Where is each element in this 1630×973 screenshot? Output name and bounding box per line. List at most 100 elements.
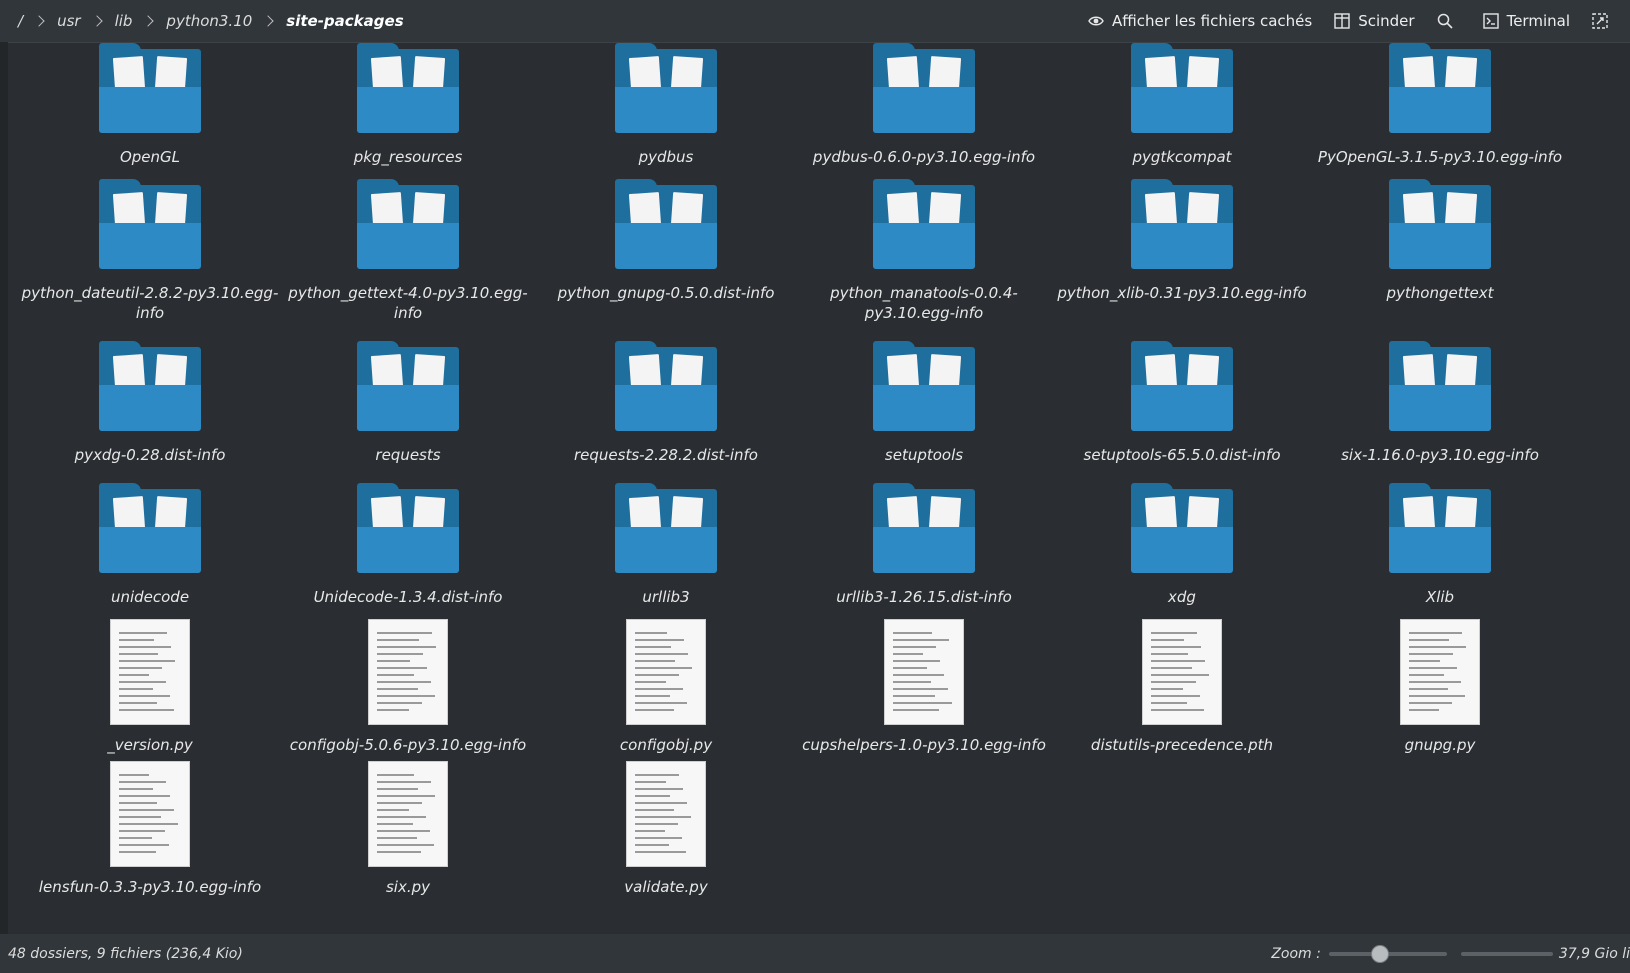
folder-item[interactable]: six-1.16.0-py3.10.egg-info bbox=[1311, 341, 1569, 465]
folder-item[interactable]: pkg_resources bbox=[279, 43, 537, 167]
breadcrumb-lib[interactable]: lib bbox=[109, 12, 139, 30]
folder-icon bbox=[1131, 483, 1233, 579]
menu-button[interactable] bbox=[1592, 13, 1616, 29]
item-name: python_manatools-0.0.4-py3.10.egg-info bbox=[830, 284, 1018, 322]
item-name: requests bbox=[375, 446, 441, 464]
folder-icon bbox=[357, 483, 459, 579]
file-preview-icon bbox=[626, 619, 706, 725]
item-name: pydbus bbox=[638, 148, 694, 166]
file-view[interactable]: OpenGL pkg_resources pydbus pydbus-0.6.0-py… bbox=[8, 42, 1630, 935]
terminal-label: Terminal bbox=[1506, 12, 1570, 30]
folder-icon bbox=[99, 43, 201, 139]
file-preview-icon bbox=[1142, 619, 1222, 725]
toolbar: / usr lib python3.10 site-packages Affic… bbox=[0, 0, 1630, 42]
file-item[interactable]: configobj-5.0.6-py3.10.egg-info bbox=[279, 619, 537, 755]
zoom-slider-handle[interactable] bbox=[1370, 944, 1389, 963]
toolbar-actions: Afficher les fichiers cachés Scinder Ter… bbox=[1066, 0, 1616, 42]
folder-item[interactable]: pydbus-0.6.0-py3.10.egg-info bbox=[795, 43, 1053, 167]
folder-icon bbox=[1389, 483, 1491, 579]
folder-item[interactable]: OpenGL bbox=[21, 43, 279, 167]
folder-icon bbox=[99, 179, 201, 275]
item-name: python_dateutil-2.8.2-py3.10.egg-info bbox=[21, 284, 279, 322]
item-name: six-1.16.0-py3.10.egg-info bbox=[1341, 446, 1539, 464]
item-name: PyOpenGL-3.1.5-py3.10.egg-info bbox=[1317, 148, 1563, 166]
folder-item[interactable]: requests bbox=[279, 341, 537, 465]
file-item[interactable]: distutils-precedence.pth bbox=[1053, 619, 1311, 755]
item-name: python_xlib-0.31-py3.10.egg-info bbox=[1057, 284, 1307, 302]
folder-item[interactable]: pyxdg-0.28.dist-info bbox=[21, 341, 279, 465]
show-hidden-files-button[interactable]: Afficher les fichiers cachés bbox=[1088, 12, 1312, 30]
folder-icon bbox=[873, 179, 975, 275]
folder-icon bbox=[357, 179, 459, 275]
folder-item[interactable]: urllib3 bbox=[537, 483, 795, 607]
zoom-label: Zoom : bbox=[1271, 945, 1321, 962]
folder-item[interactable]: Xlib bbox=[1311, 483, 1569, 607]
file-item[interactable]: lensfun-0.3.3-py3.10.egg-info bbox=[21, 761, 279, 897]
folder-item[interactable]: unidecode bbox=[21, 483, 279, 607]
file-preview-icon bbox=[626, 761, 706, 867]
folder-item[interactable]: urllib3-1.26.15.dist-info bbox=[795, 483, 1053, 607]
file-preview-icon bbox=[110, 761, 190, 867]
folder-item[interactable]: pygtkcompat bbox=[1053, 43, 1311, 167]
folder-item[interactable]: pythongettext bbox=[1311, 179, 1569, 303]
folder-item[interactable]: setuptools-65.5.0.dist-info bbox=[1053, 341, 1311, 465]
item-name: urllib3 bbox=[642, 588, 690, 606]
folder-icon bbox=[99, 483, 201, 579]
folder-icon bbox=[873, 43, 975, 139]
folder-item[interactable]: pydbus bbox=[537, 43, 795, 167]
item-name: configobj.py bbox=[619, 736, 713, 754]
item-name: validate.py bbox=[624, 878, 708, 896]
split-view-icon bbox=[1334, 13, 1350, 29]
search-button[interactable] bbox=[1437, 13, 1461, 29]
file-item[interactable]: cupshelpers-1.0-py3.10.egg-info bbox=[795, 619, 1053, 755]
file-preview-icon bbox=[1400, 619, 1480, 725]
item-name: lensfun-0.3.3-py3.10.egg-info bbox=[38, 878, 262, 896]
folder-icon bbox=[1131, 179, 1233, 275]
breadcrumb-root[interactable]: / bbox=[12, 12, 29, 30]
breadcrumb-site-packages[interactable]: site-packages bbox=[280, 12, 409, 30]
file-preview-icon bbox=[368, 761, 448, 867]
folder-item[interactable]: python_dateutil-2.8.2-py3.10.egg-info bbox=[21, 179, 279, 323]
chevron-right-icon bbox=[33, 15, 45, 27]
item-name: pydbus-0.6.0-py3.10.egg-info bbox=[812, 148, 1036, 166]
folder-item[interactable]: python_gnupg-0.5.0.dist-info bbox=[537, 179, 795, 303]
folder-item[interactable]: python_manatools-0.0.4-py3.10.egg-info bbox=[795, 179, 1053, 323]
folder-icon bbox=[357, 341, 459, 437]
file-item[interactable]: six.py bbox=[279, 761, 537, 897]
folder-icon bbox=[1389, 43, 1491, 139]
folder-icon bbox=[873, 483, 975, 579]
file-item[interactable]: gnupg.py bbox=[1311, 619, 1569, 755]
file-item[interactable]: _version.py bbox=[21, 619, 279, 755]
folder-item[interactable]: requests-2.28.2.dist-info bbox=[537, 341, 795, 465]
folder-item[interactable]: python_gettext-4.0-py3.10.egg-info bbox=[279, 179, 537, 323]
folder-icon bbox=[615, 483, 717, 579]
folder-item[interactable]: python_xlib-0.31-py3.10.egg-info bbox=[1053, 179, 1311, 303]
folder-icon bbox=[615, 341, 717, 437]
item-name: setuptools-65.5.0.dist-info bbox=[1083, 446, 1281, 464]
file-item[interactable]: validate.py bbox=[537, 761, 795, 897]
chevron-right-icon bbox=[90, 15, 103, 27]
item-name: Xlib bbox=[1425, 588, 1455, 606]
item-name: cupshelpers-1.0-py3.10.egg-info bbox=[802, 736, 1046, 754]
folder-item[interactable]: PyOpenGL-3.1.5-py3.10.egg-info bbox=[1311, 43, 1569, 167]
terminal-icon bbox=[1482, 13, 1499, 29]
item-name: requests-2.28.2.dist-info bbox=[574, 446, 758, 464]
file-item[interactable]: configobj.py bbox=[537, 619, 795, 755]
folder-icon bbox=[357, 43, 459, 139]
show-hidden-files-label: Afficher les fichiers cachés bbox=[1111, 12, 1313, 30]
status-bar: 48 dossiers, 9 fichiers (236,4 Kio) Zoom… bbox=[0, 934, 1630, 973]
terminal-button[interactable]: Terminal bbox=[1482, 12, 1570, 30]
zoom-slider[interactable] bbox=[1328, 944, 1447, 963]
search-icon bbox=[1437, 13, 1453, 29]
item-name: gnupg.py bbox=[1404, 736, 1476, 754]
split-view-button[interactable]: Scinder bbox=[1334, 12, 1415, 30]
file-preview-icon bbox=[884, 619, 964, 725]
folder-item[interactable]: Unidecode-1.3.4.dist-info bbox=[279, 483, 537, 607]
item-name: xdg bbox=[1168, 588, 1196, 606]
folder-item[interactable]: xdg bbox=[1053, 483, 1311, 607]
folder-item[interactable]: setuptools bbox=[795, 341, 1053, 465]
breadcrumb-python3-10[interactable]: python3.10 bbox=[160, 12, 258, 30]
folder-icon bbox=[99, 341, 201, 437]
breadcrumb-usr[interactable]: usr bbox=[51, 12, 87, 30]
item-name: six.py bbox=[385, 878, 431, 896]
